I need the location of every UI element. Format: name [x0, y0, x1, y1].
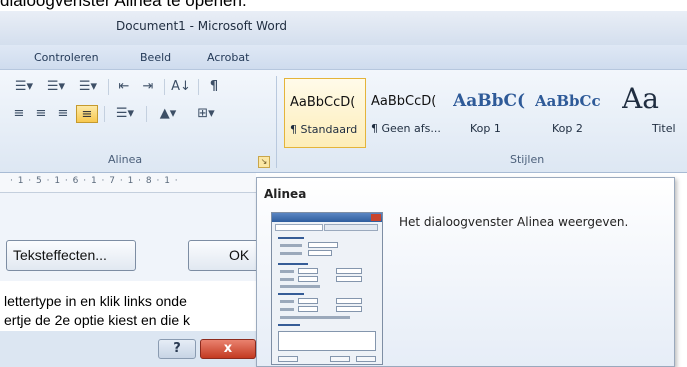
- align-right-icon[interactable]: ≡: [54, 105, 72, 123]
- align-left-icon[interactable]: ≡: [10, 105, 28, 123]
- group-separator: [276, 76, 277, 168]
- styles-gallery: AaBbCcD( ¶ Standaard AaBbCcD( ¶ Geen afs…: [284, 78, 687, 148]
- style-name: ¶ Standaard: [290, 123, 358, 136]
- ruler: · 1 · 5 · 1 · 6 · 1 · 7 · 1 · 8 · 1 ·: [0, 173, 256, 193]
- multilevel-list-icon[interactable]: ☰▾: [74, 78, 102, 96]
- thumbnail-titlebar: [272, 213, 382, 222]
- numbering-icon[interactable]: ☰▾: [42, 78, 70, 96]
- style-geen-afstand[interactable]: AaBbCcD( ¶ Geen afs...: [366, 78, 448, 148]
- thumbnail-tab: [275, 224, 323, 231]
- style-sample: Aa: [622, 82, 659, 115]
- show-formatting-icon[interactable]: ¶: [204, 78, 224, 96]
- ribbon: ☰▾ ☰▾ ☰▾ ⇤ ⇥ A↓ ¶ ≡ ≡ ≡ ≡ ☰▾ ▲▾ ⊞▾ Aline…: [0, 70, 687, 173]
- thumbnail-field: [336, 268, 362, 274]
- style-standaard[interactable]: AaBbCcD( ¶ Standaard: [284, 78, 366, 148]
- dialog-title-strip: ? x: [0, 331, 256, 367]
- tooltip-title: Alinea: [264, 187, 307, 201]
- thumbnail-button: [356, 356, 376, 362]
- style-sample: AaBbCc: [535, 92, 601, 110]
- document-line: ertje de 2e optie kiest en die k: [0, 310, 256, 332]
- thumbnail-line: [280, 244, 302, 247]
- super-tooltip: Alinea Het dialoogvenster Alinea weergev…: [256, 177, 675, 367]
- paragraph-group-label: Alinea: [108, 153, 143, 166]
- tooltip-description: Het dialoogvenster Alinea weergeven.: [399, 215, 629, 229]
- thumbnail-field: [336, 276, 362, 282]
- thumbnail-section: [278, 237, 304, 239]
- caption-text: dialoogvenster Alinea te openen.: [0, 0, 247, 10]
- title-bar: Document1 - Microsoft Word: [0, 11, 687, 45]
- thumbnail-field: [298, 276, 318, 282]
- thumbnail-line: [280, 270, 294, 273]
- separator: [198, 79, 199, 95]
- style-name: ¶ Geen afs...: [371, 122, 441, 135]
- style-sample: AaBbCcD(: [371, 94, 437, 109]
- justify-icon[interactable]: ≡: [76, 105, 98, 123]
- thumbnail-close: [371, 214, 381, 221]
- bullets-icon[interactable]: ☰▾: [10, 78, 38, 96]
- separator: [104, 106, 105, 122]
- thumbnail-line: [280, 300, 294, 303]
- line-spacing-icon[interactable]: ☰▾: [110, 105, 140, 123]
- help-button[interactable]: ?: [158, 339, 196, 359]
- thumbnail-section: [278, 293, 304, 295]
- document-line-text: ertje de 2e optie kiest en die k: [4, 312, 191, 328]
- tab-beeld[interactable]: Beeld: [140, 51, 171, 64]
- style-name: Kop 1: [470, 122, 501, 135]
- separator: [108, 79, 109, 95]
- shading-icon[interactable]: ▲▾: [152, 105, 184, 123]
- thumbnail-preview: [278, 331, 376, 351]
- thumbnail-button: [278, 356, 298, 362]
- separator: [146, 106, 147, 122]
- tab-acrobat[interactable]: Acrobat: [207, 51, 249, 64]
- close-button[interactable]: x: [200, 339, 256, 359]
- sort-icon[interactable]: A↓: [170, 78, 192, 96]
- decrease-indent-icon[interactable]: ⇤: [114, 78, 134, 96]
- align-center-icon[interactable]: ≡: [32, 105, 50, 123]
- window-title: Document1 - Microsoft Word: [116, 19, 288, 33]
- style-sample: AaBbC(: [453, 91, 526, 111]
- thumbnail-field: [336, 306, 362, 312]
- style-titel[interactable]: Aa Titel: [612, 78, 687, 148]
- text-effects-button-label: Teksteffecten...: [13, 247, 107, 263]
- ribbon-tabs: Controleren Beeld Acrobat: [0, 45, 687, 70]
- style-sample: AaBbCcD(: [290, 95, 356, 110]
- increase-indent-icon[interactable]: ⇥: [138, 78, 158, 96]
- style-name: Titel: [652, 122, 676, 135]
- thumbnail-line: [280, 308, 294, 311]
- document-line-text: lettertype in en klik links onde: [4, 293, 187, 309]
- tab-controleren[interactable]: Controleren: [34, 51, 99, 64]
- thumbnail-line: [280, 285, 320, 288]
- font-dialog-buttons-area: Teksteffecten... OK: [0, 193, 262, 281]
- ruler-marks: · 1 · 5 · 1 · 6 · 1 · 7 · 1 · 8 · 1 ·: [10, 176, 179, 186]
- separator: [164, 79, 165, 95]
- dialog-thumbnail-icon: [271, 212, 383, 365]
- thumbnail-field: [308, 242, 338, 248]
- thumbnail-section: [278, 263, 308, 265]
- dialog-launcher-icon[interactable]: ↘: [258, 156, 270, 168]
- thumbnail-field: [308, 250, 332, 256]
- style-kop-1[interactable]: AaBbC( Kop 1: [448, 78, 530, 148]
- thumbnail-field: [336, 298, 362, 304]
- text-effects-button[interactable]: Teksteffecten...: [6, 240, 136, 271]
- style-kop-2[interactable]: AaBbCc Kop 2: [530, 78, 612, 148]
- thumbnail-line: [280, 316, 350, 319]
- thumbnail-field: [298, 268, 318, 274]
- thumbnail-field: [298, 306, 318, 312]
- thumbnail-line: [280, 252, 302, 255]
- thumbnail-button: [330, 356, 350, 362]
- ok-button-label: OK: [229, 247, 250, 263]
- thumbnail-line: [280, 278, 294, 281]
- thumbnail-section: [278, 324, 300, 326]
- style-name: Kop 2: [552, 122, 583, 135]
- borders-icon[interactable]: ⊞▾: [190, 105, 222, 123]
- ok-button[interactable]: OK: [188, 240, 262, 271]
- styles-group-label: Stijlen: [510, 153, 545, 166]
- thumbnail-field: [298, 298, 318, 304]
- thumbnail-tab: [324, 224, 378, 231]
